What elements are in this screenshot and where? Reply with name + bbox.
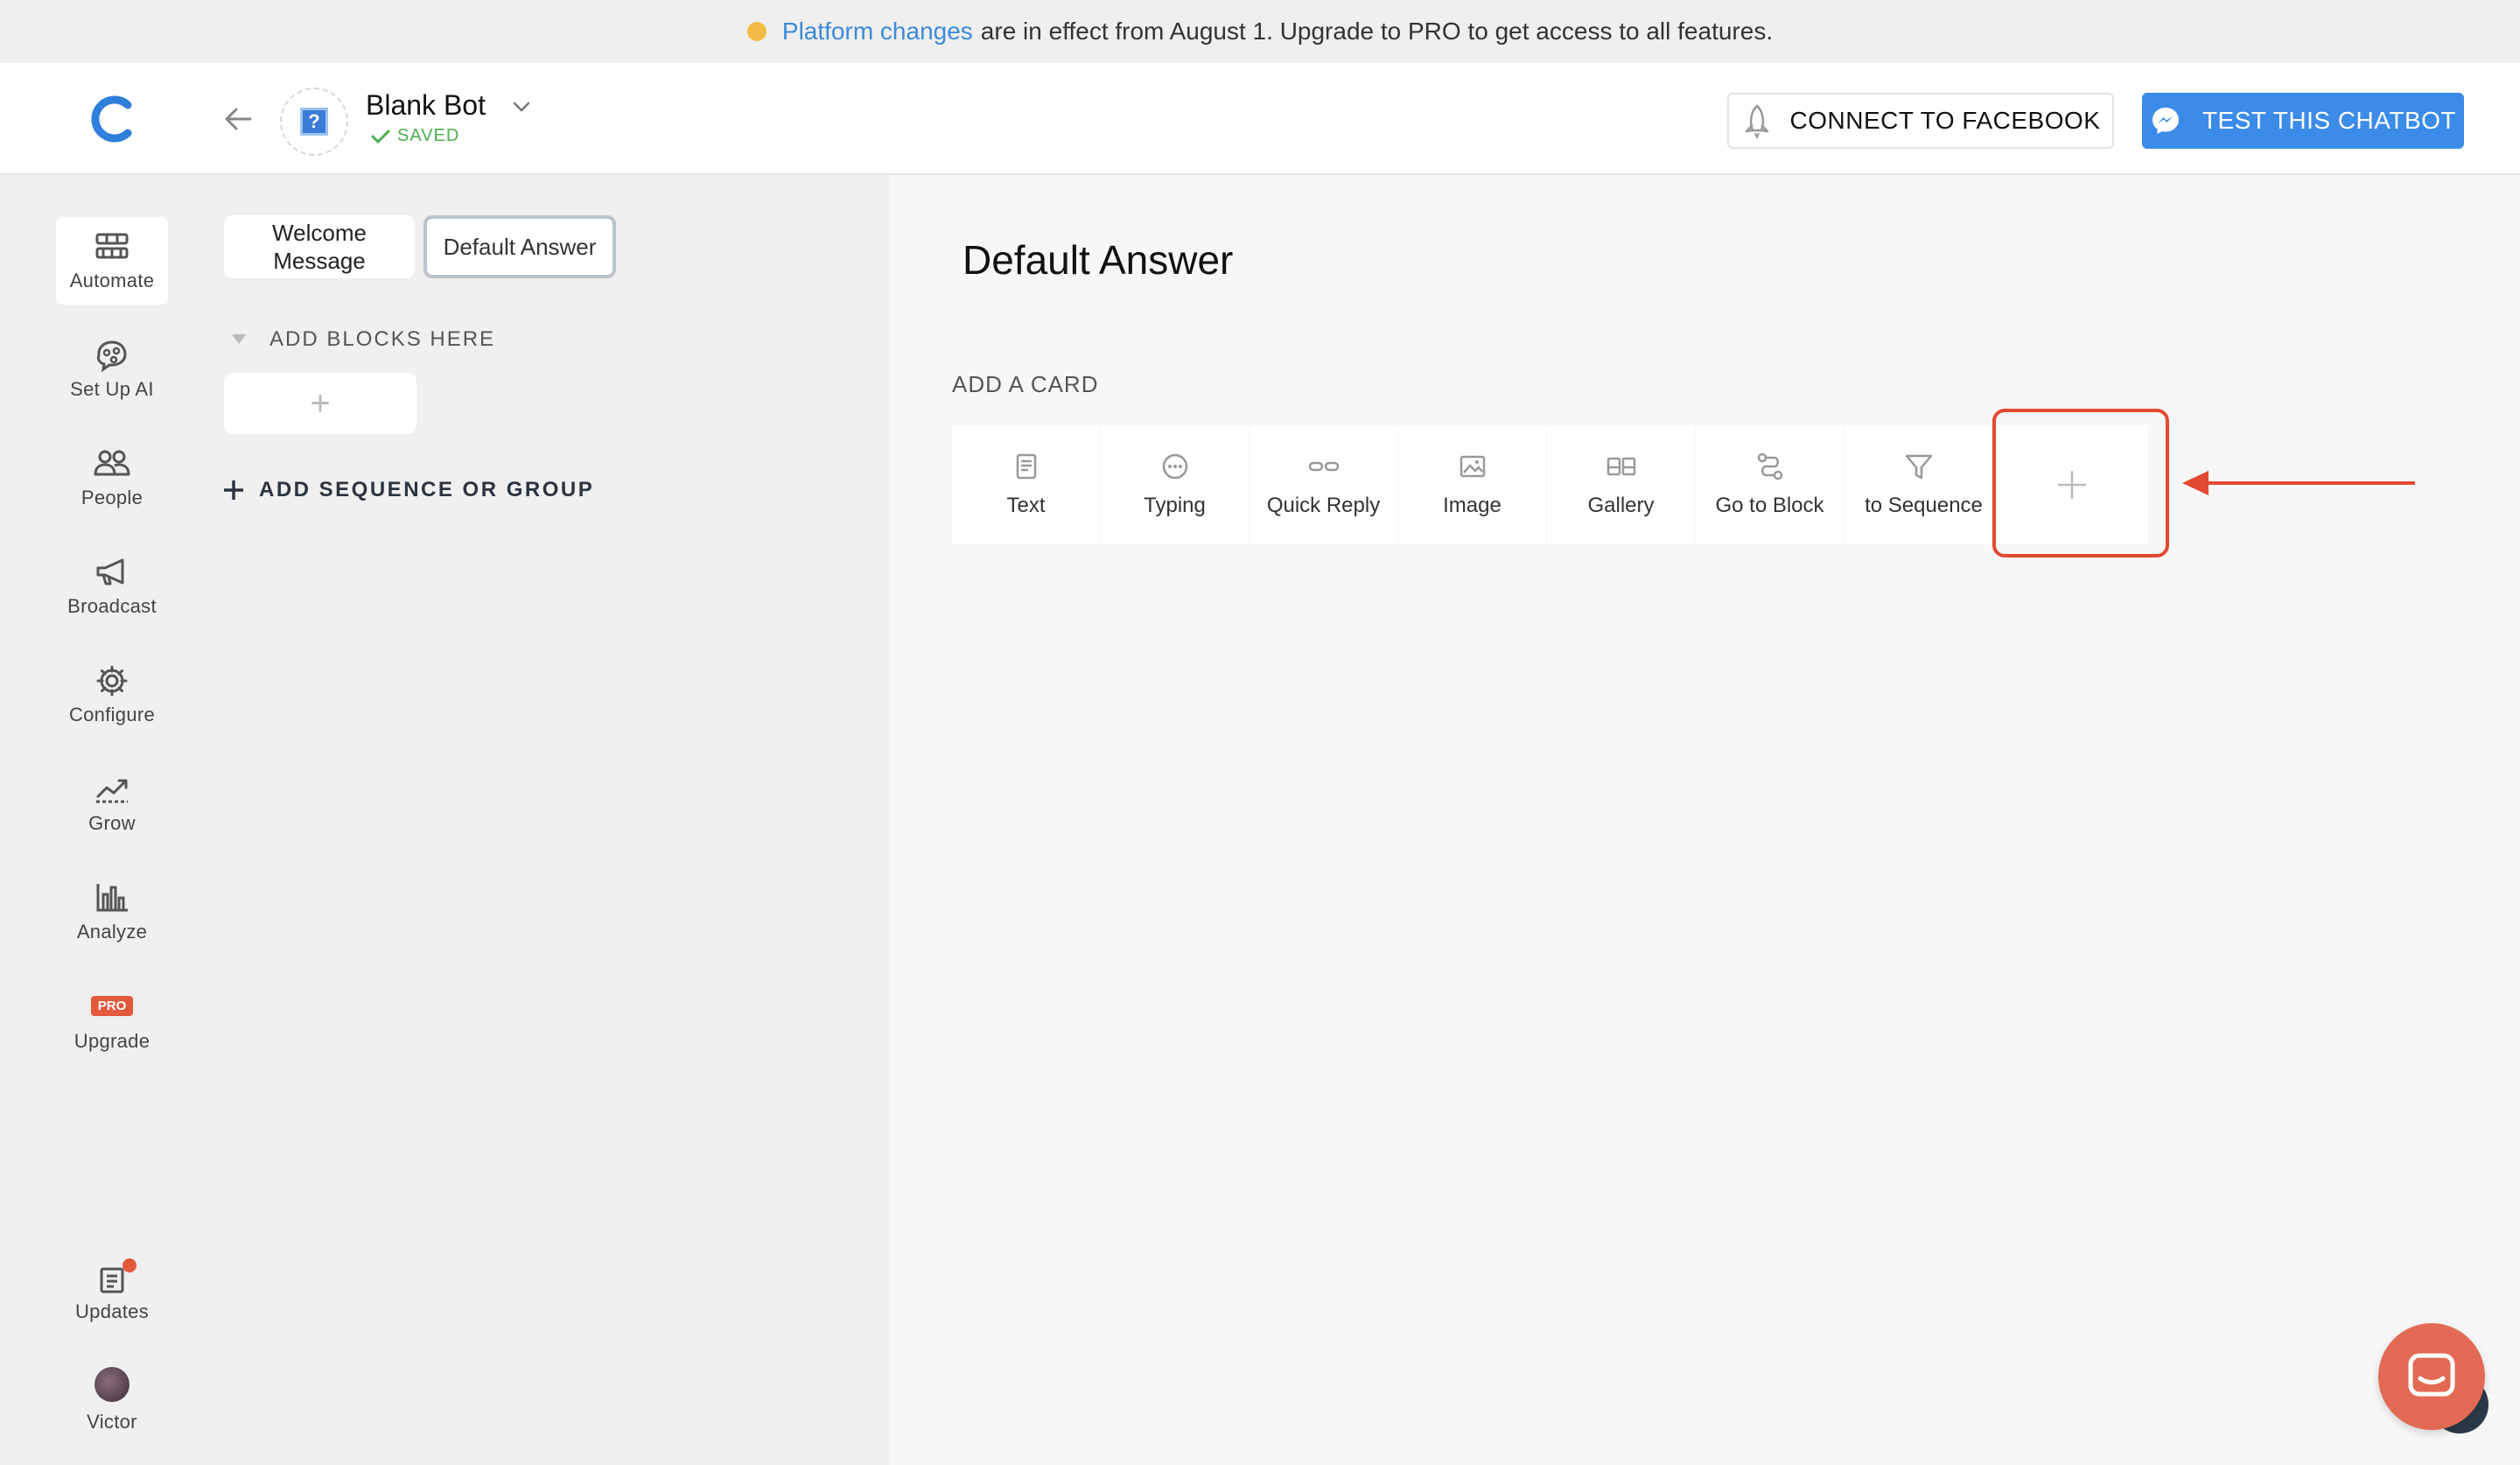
top-header: ? Blank Bot SAVED CONNECT TO FACEBOOK TE… — [0, 63, 2520, 175]
card-to-sequence[interactable]: to Sequence — [1844, 425, 1992, 544]
nav-analyze-label: Analyze — [76, 921, 148, 943]
add-block-plus-icon: + — [310, 384, 331, 423]
card-go-to-block-label: Go to Block — [1715, 494, 1824, 517]
go-to-block-card-icon — [1757, 452, 1782, 480]
quick-reply-card-icon — [1308, 461, 1339, 472]
bot-name[interactable]: Blank Bot — [366, 89, 486, 122]
nav-analyze[interactable]: Analyze — [56, 868, 168, 956]
megaphone-icon — [96, 558, 124, 585]
user-avatar — [94, 1367, 130, 1402]
block-welcome-label: Welcome Message — [272, 220, 367, 274]
saved-label: SAVED — [397, 126, 460, 145]
card-go-to-block[interactable]: Go to Block — [1696, 425, 1844, 544]
bar-chart-icon — [96, 884, 128, 912]
card-quick-reply[interactable]: Quick Reply — [1250, 425, 1397, 544]
chat-bubble-icon — [2408, 1353, 2455, 1397]
gear-icon — [96, 665, 128, 697]
add-sequence-or-group-button[interactable]: ADD SEQUENCE OR GROUP — [222, 478, 594, 502]
add-card-label: ADD A CARD — [952, 371, 1099, 397]
block-title[interactable]: Default Answer — [962, 236, 1233, 284]
connect-to-facebook-button[interactable]: CONNECT TO FACEBOOK — [1727, 93, 2114, 149]
image-card-icon — [1460, 455, 1485, 478]
triangle-down-icon — [232, 334, 246, 344]
connect-label: CONNECT TO FACEBOOK — [1789, 107, 2101, 134]
nav-configure-label: Configure — [68, 704, 156, 725]
nav-automate[interactable]: Automate — [56, 217, 168, 305]
nav-updates[interactable]: Updates — [56, 1248, 168, 1335]
nav-upgrade-label: Upgrade — [74, 1029, 150, 1052]
add-sequence-label: ADD SEQUENCE OR GROUP — [259, 478, 595, 501]
nav-people-label: People — [80, 487, 144, 508]
card-quick-reply-label: Quick Reply — [1266, 494, 1381, 517]
chevron-down-icon[interactable] — [509, 95, 534, 119]
messenger-icon — [2152, 108, 2179, 134]
card-text[interactable]: Text — [952, 425, 1100, 544]
check-icon — [371, 130, 390, 144]
typing-card-icon — [1162, 453, 1187, 480]
add-blocks-label: ADD BLOCKS HERE — [270, 327, 496, 351]
nav-broadcast-label: Broadcast — [67, 595, 157, 617]
platform-banner: Platform changes are in effect from Augu… — [0, 0, 2520, 63]
nav-grow-label: Grow — [88, 812, 136, 834]
nav-setup-ai-label: Set Up AI — [70, 378, 154, 400]
nav-configure[interactable]: Configure — [56, 651, 168, 739]
people-icon — [94, 450, 130, 476]
saved-status: SAVED — [371, 126, 459, 146]
test-chatbot-button[interactable]: TEST THIS CHATBOT — [2142, 93, 2464, 149]
automate-icon — [95, 233, 129, 259]
nav-updates-label: Updates — [74, 1300, 150, 1322]
block-welcome-message[interactable]: Welcome Message — [224, 215, 415, 278]
card-gallery[interactable]: Gallery — [1547, 425, 1695, 544]
left-nav: Automate Set Up AI People Broadcast Conf… — [0, 175, 222, 1465]
add-blocks-group-header[interactable]: ADD BLOCKS HERE — [231, 327, 495, 352]
nav-setup-ai[interactable]: Set Up AI — [56, 326, 168, 413]
notification-dot-icon — [122, 1258, 136, 1272]
card-gallery-label: Gallery — [1587, 494, 1655, 517]
card-typing-label: Typing — [1144, 494, 1206, 517]
test-label: TEST THIS CHATBOT — [2202, 107, 2457, 134]
banner-text: are in effect from August 1. Upgrade to … — [980, 18, 1774, 45]
nav-automate-label: Automate — [69, 270, 155, 291]
bot-avatar-glyph: ? — [300, 108, 328, 136]
gallery-card-icon — [1606, 457, 1635, 476]
warning-dot-icon — [746, 22, 766, 41]
filter-icon — [1905, 454, 1932, 480]
brain-icon — [96, 340, 127, 373]
card-image[interactable]: Image — [1398, 425, 1546, 544]
nav-broadcast[interactable]: Broadcast — [56, 543, 168, 630]
card-to-sequence-label: to Sequence — [1865, 494, 1983, 517]
block-default-label: Default Answer — [443, 234, 597, 260]
text-card-icon — [1016, 453, 1036, 480]
annotation-arrow-icon — [2182, 471, 2415, 495]
rocket-icon — [1745, 104, 1768, 138]
bot-avatar[interactable]: ? — [280, 88, 348, 156]
back-arrow-icon[interactable] — [220, 102, 256, 137]
support-chat-button[interactable] — [2378, 1323, 2485, 1430]
add-block-button[interactable]: + — [224, 373, 416, 434]
card-typing[interactable]: Typing — [1101, 425, 1249, 544]
grow-icon — [96, 779, 128, 803]
card-text-label: Text — [1006, 494, 1046, 517]
chatfuel-logo-icon[interactable] — [88, 93, 140, 145]
nav-grow[interactable]: Grow — [56, 760, 168, 847]
platform-changes-link[interactable]: Platform changes — [782, 18, 973, 46]
block-editor: Default Answer ADD A CARD Text Typing Qu… — [889, 175, 2520, 1465]
nav-people[interactable]: People — [56, 434, 168, 522]
card-toolbar: Text Typing Quick Reply Image Gallery Go… — [952, 425, 1993, 544]
highlight-box — [1992, 409, 2169, 557]
nav-upgrade[interactable]: PRO Upgrade — [56, 980, 168, 1068]
nav-user-profile[interactable]: Victor — [56, 1356, 168, 1444]
nav-user-label: Victor — [87, 1411, 137, 1433]
card-image-label: Image — [1443, 494, 1502, 517]
pro-badge: PRO — [90, 995, 134, 1016]
plus-icon — [224, 480, 243, 500]
blocks-panel: Welcome Message Default Answer ADD BLOCK… — [222, 175, 889, 1465]
block-default-answer[interactable]: Default Answer — [424, 215, 616, 278]
